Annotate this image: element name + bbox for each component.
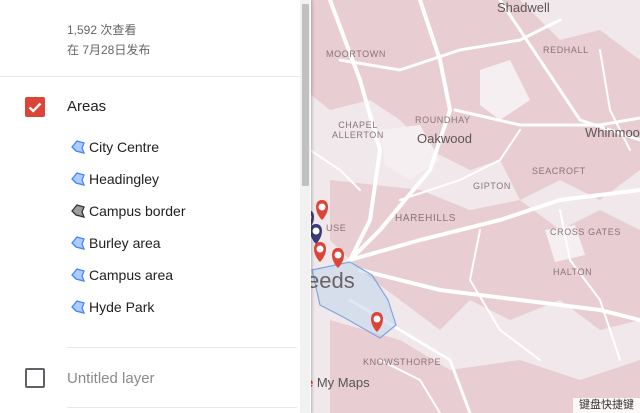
map-label-gipton: GIPTON xyxy=(473,181,511,191)
map-label-harehills: HAREHILLS xyxy=(395,213,456,224)
map-label-whinmoor: Whinmoor xyxy=(585,125,640,140)
map-label-chapel-allerton: CHAPEL ALLERTON xyxy=(332,120,384,140)
polygon-blue-icon xyxy=(71,236,86,250)
panel-scrollbar[interactable] xyxy=(300,0,310,413)
layer-item-label: Headingley xyxy=(89,171,160,187)
check-icon xyxy=(28,102,42,113)
map-label-halton: HALTON xyxy=(553,267,593,277)
layer-areas-checkbox[interactable] xyxy=(25,97,45,117)
layer-item-label: Campus area xyxy=(89,267,174,283)
layer-untitled-title[interactable]: Untitled layer xyxy=(67,370,155,387)
layer-item-headingley[interactable]: Headingley xyxy=(70,168,159,190)
brand-text: My Maps xyxy=(313,375,370,390)
map-label-knowsthorpe: KNOWSTHORPE xyxy=(363,357,442,367)
map-label-house: USE xyxy=(326,223,347,233)
map-label-leeds: eeds xyxy=(307,268,355,293)
polygon-blue-icon xyxy=(71,140,86,154)
keyboard-shortcuts-link[interactable]: 键盘快捷键 xyxy=(573,398,640,413)
polygon-dark-icon xyxy=(71,204,86,218)
layer-untitled-checkbox[interactable] xyxy=(25,368,45,388)
map-label-seacroft: SEACROFT xyxy=(532,166,586,176)
layer-item-label: City Centre xyxy=(89,139,160,155)
layers-panel: 1,592 次查看 在 7月28日发布 Areas City Centre He… xyxy=(0,0,311,413)
map-label-shadwell: Shadwell xyxy=(497,0,550,15)
divider xyxy=(67,347,297,348)
layer-item-campus-area[interactable]: Campus area xyxy=(70,264,173,286)
layer-item-burley-area[interactable]: Burley area xyxy=(70,232,161,254)
map-label-cross-gates: CROSS GATES xyxy=(550,227,621,237)
layer-item-label: Hyde Park xyxy=(89,299,155,315)
map-label-redhall: REDHALL xyxy=(543,45,589,55)
publish-date: 在 7月28日发布 xyxy=(67,43,151,57)
layer-areas-title[interactable]: Areas xyxy=(67,98,106,115)
layer-item-label: Burley area xyxy=(89,235,161,251)
polygon-blue-icon xyxy=(71,268,86,282)
polygon-blue-icon xyxy=(71,300,86,314)
divider xyxy=(67,407,297,408)
layer-item-label: Campus border xyxy=(89,203,186,219)
scrollbar-thumb[interactable] xyxy=(302,4,309,186)
layer-item-hyde-park[interactable]: Hyde Park xyxy=(70,296,154,318)
my-maps-logo: e My Maps xyxy=(306,375,370,390)
map-label-oakwood: Oakwood xyxy=(417,131,472,146)
map-label-moortown: MOORTOWN xyxy=(326,49,386,59)
view-count: 1,592 次查看 xyxy=(67,23,137,37)
polygon-blue-icon xyxy=(71,172,86,186)
map-label-roundhay: ROUNDHAY xyxy=(415,115,471,125)
layer-item-city-centre[interactable]: City Centre xyxy=(70,136,159,158)
divider xyxy=(0,76,300,77)
layer-item-campus-border[interactable]: Campus border xyxy=(70,200,186,222)
